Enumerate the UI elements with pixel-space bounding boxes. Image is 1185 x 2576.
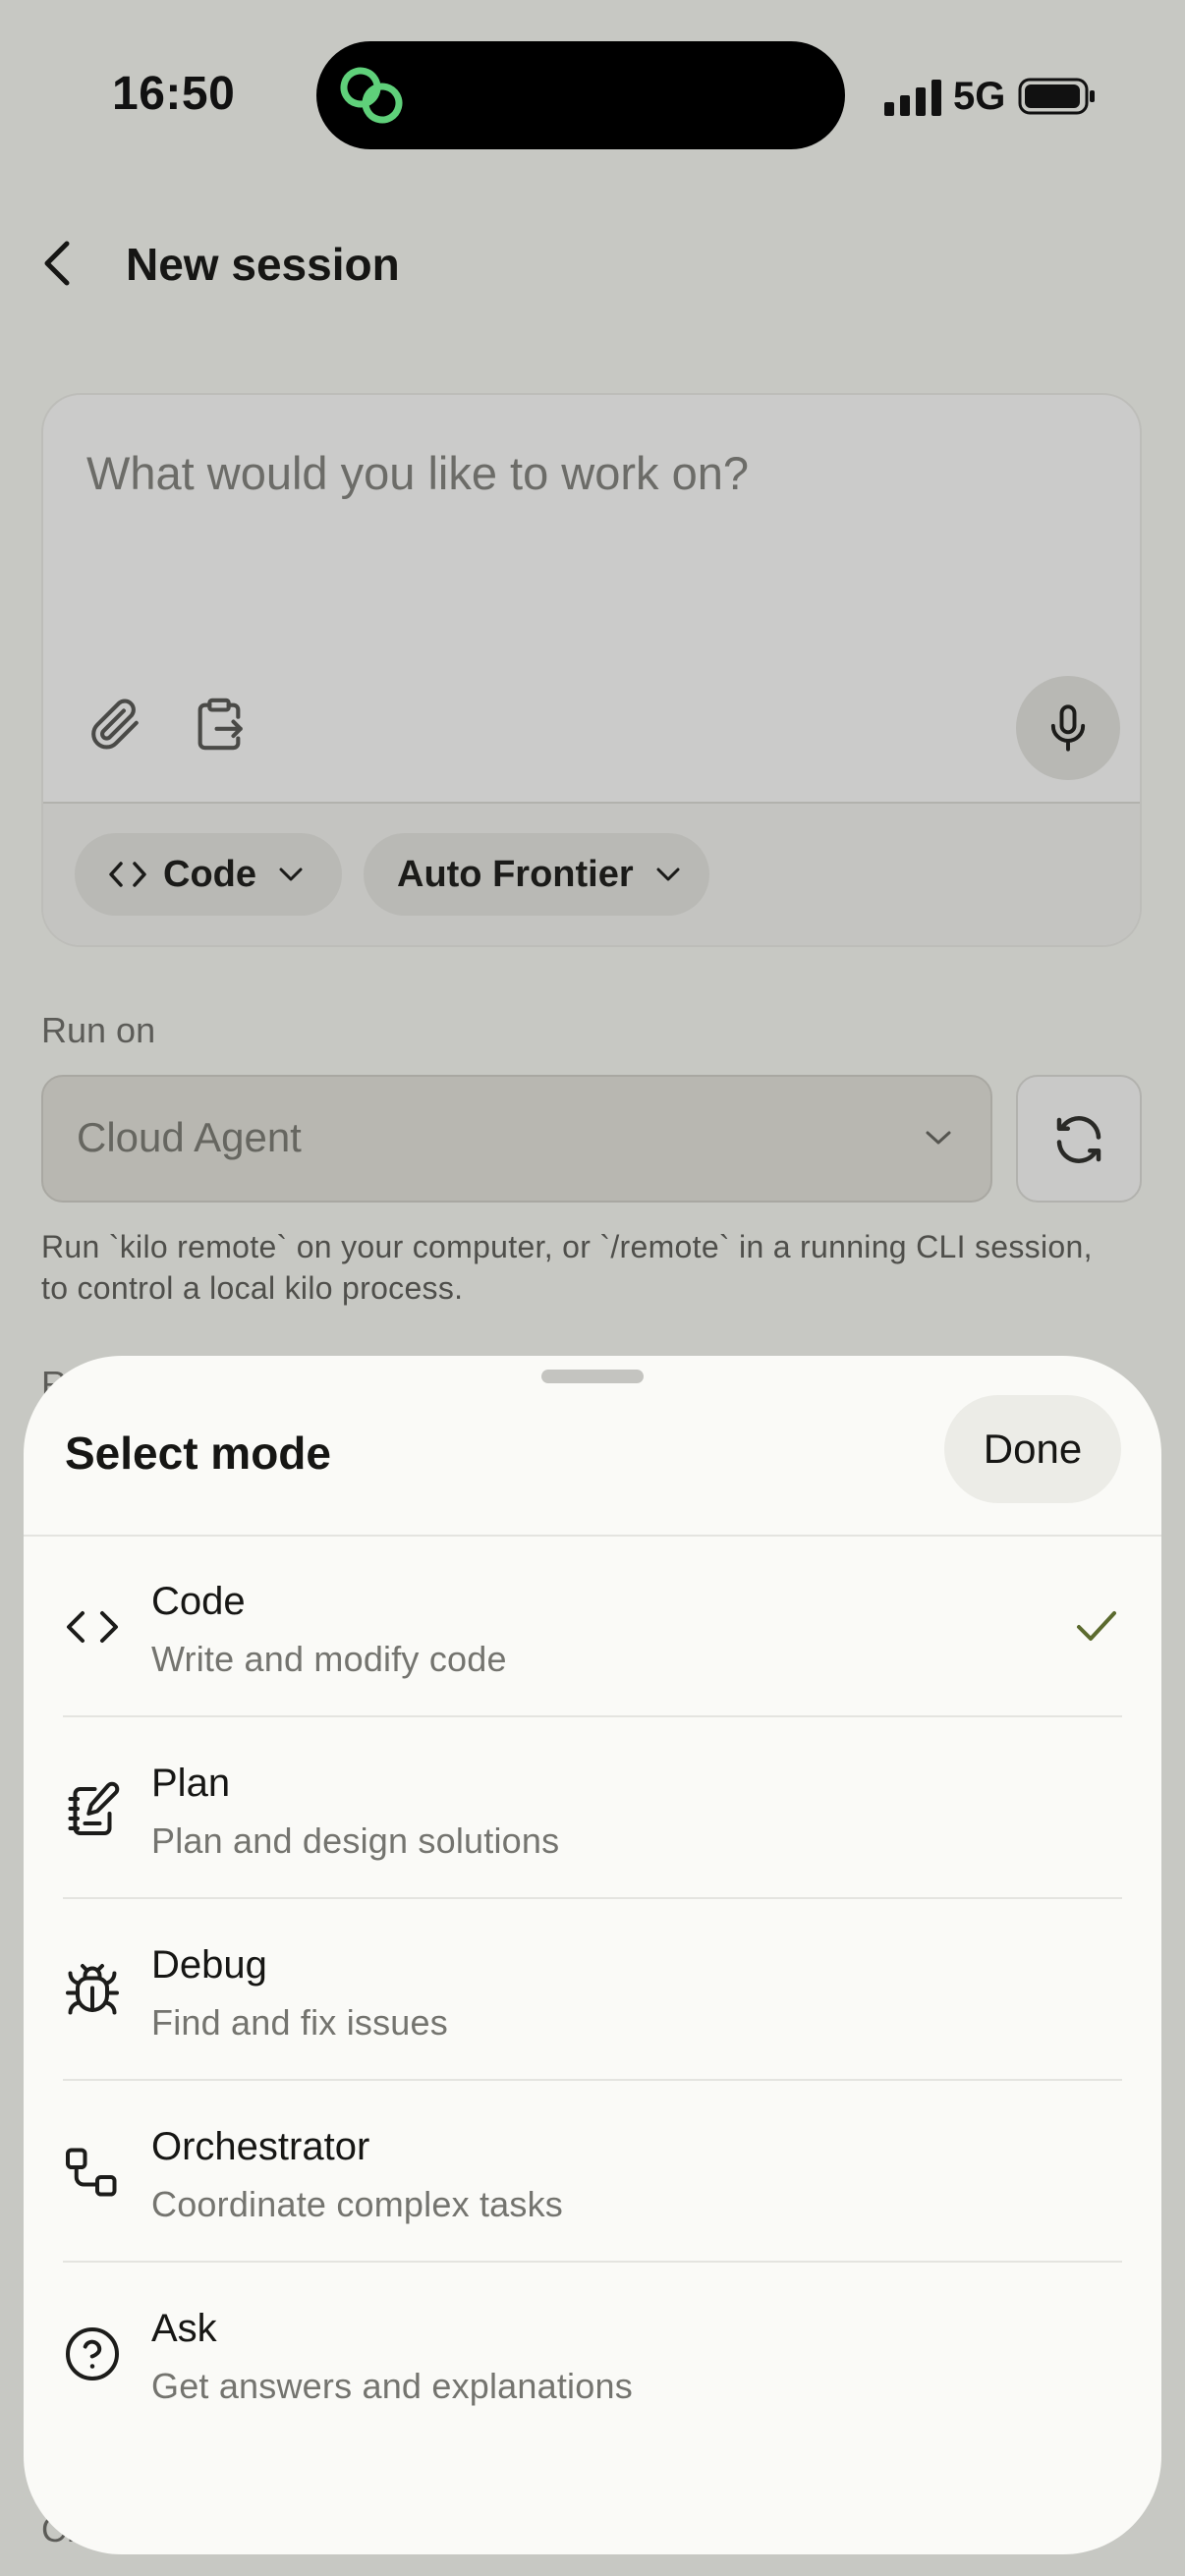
run-on-label: Run on [41, 1010, 156, 1050]
code-icon [63, 1597, 122, 1656]
mode-option-orchestrator[interactable]: Orchestrator Coordinate complex tasks [24, 2082, 1161, 2263]
row-divider [63, 1897, 1122, 1899]
row-divider [63, 2261, 1122, 2263]
mode-chip[interactable]: Code [75, 833, 342, 916]
prompt-input[interactable]: What would you like to work on? [86, 446, 1069, 500]
microphone-icon [1050, 704, 1086, 752]
help-circle-icon [63, 2324, 122, 2383]
mode-name: Plan [151, 1762, 231, 1805]
sheet-title: Select mode [65, 1428, 331, 1479]
mode-chip-label: Code [163, 853, 256, 895]
mode-name: Orchestrator [151, 2125, 370, 2168]
page-title: New session [126, 239, 400, 290]
refresh-icon [1056, 1116, 1101, 1163]
refresh-button[interactable] [1016, 1075, 1142, 1203]
model-chip-label: Auto Frontier [397, 853, 634, 895]
mode-option-plan[interactable]: Plan Plan and design solutions [24, 1718, 1161, 1899]
mode-description: Get answers and explanations [151, 2366, 633, 2406]
microphone-button[interactable] [1016, 676, 1120, 780]
select-mode-sheet: Select mode Done Code Write and modify c… [24, 1356, 1161, 2554]
link-icon [338, 63, 407, 128]
battery-icon [1018, 77, 1097, 116]
composer-card: What would you like to work on? Code Aut… [41, 393, 1142, 947]
mode-name: Ask [151, 2307, 217, 2350]
code-icon [109, 862, 146, 887]
orchestrator-icon [63, 2143, 122, 2202]
sheet-grabber[interactable] [541, 1370, 644, 1383]
run-on-select[interactable]: Cloud Agent [41, 1075, 992, 1203]
chevron-down-icon [924, 1128, 953, 1148]
row-divider [63, 2079, 1122, 2081]
plan-icon [63, 1779, 122, 1838]
run-on-value: Cloud Agent [77, 1114, 302, 1160]
chevron-down-icon [279, 868, 303, 881]
status-time: 16:50 [112, 68, 236, 120]
back-icon[interactable] [37, 236, 77, 291]
mode-description: Plan and design solutions [151, 1820, 560, 1861]
paperclip-icon[interactable] [86, 696, 143, 753]
clipboard-paste-icon[interactable] [191, 696, 248, 753]
mode-option-debug[interactable]: Debug Find and fix issues [24, 1900, 1161, 2081]
mode-option-ask[interactable]: Ask Get answers and explanations [24, 2264, 1161, 2444]
checkmark-icon [1075, 1607, 1118, 1647]
bug-icon [63, 1961, 122, 2020]
network-type: 5G [953, 75, 1006, 118]
row-divider [63, 1715, 1122, 1717]
mode-name: Code [151, 1580, 246, 1623]
model-chip[interactable]: Auto Frontier [364, 833, 709, 916]
chevron-down-icon [656, 868, 680, 881]
mode-description: Find and fix issues [151, 2002, 448, 2043]
mode-option-code[interactable]: Code Write and modify code [24, 1537, 1161, 1717]
mode-description: Coordinate complex tasks [151, 2184, 563, 2224]
run-on-help-text: Run `kilo remote` on your computer, or `… [41, 1229, 1093, 1306]
mode-description: Write and modify code [151, 1639, 507, 1679]
signal-icon [884, 79, 947, 116]
done-button[interactable]: Done [944, 1395, 1121, 1503]
mode-name: Debug [151, 1943, 267, 1987]
